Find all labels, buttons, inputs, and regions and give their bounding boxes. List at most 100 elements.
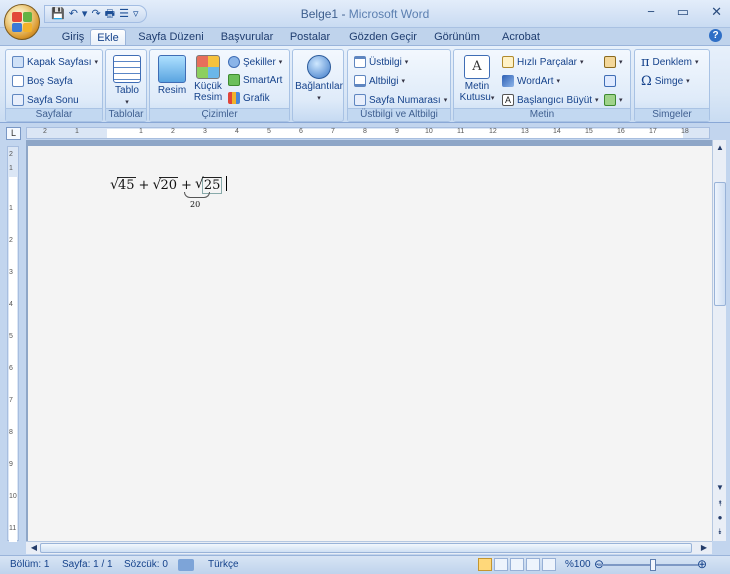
tab-basvurular[interactable]: Başvurular [218, 29, 276, 46]
kapak-sayfasi-button[interactable]: Kapak Sayfası ▾ [12, 54, 98, 70]
close-button[interactable]: ✕ [711, 4, 722, 20]
help-button[interactable]: ? [709, 29, 722, 42]
altbilgi-label: Altbilgi [369, 75, 399, 87]
full-screen-reading-view-button[interactable] [494, 558, 508, 571]
tab-postalar[interactable]: Postalar [287, 29, 333, 46]
web-layout-view-button[interactable] [510, 558, 524, 571]
ruler-tick: 5 [267, 128, 271, 135]
bos-sayfa-button[interactable]: Boş Sayfa [12, 73, 73, 89]
ruler-tick: 7 [331, 128, 335, 135]
dropdown-arrow-icon: ▾ [94, 59, 98, 66]
document-page[interactable]: √ 45 + √ 20 + √ 25 20 [28, 146, 712, 541]
radical-icon: √ [152, 177, 162, 193]
scroll-left-icon[interactable]: ◀ [28, 542, 40, 554]
zoom-level[interactable]: %100 [565, 559, 591, 570]
vertical-scroll-thumb[interactable] [714, 182, 726, 306]
horizontal-scrollbar[interactable]: ◀ ▶ [26, 541, 712, 554]
language-indicator[interactable]: Türkçe [208, 559, 239, 570]
vertical-scrollbar[interactable]: ▲ ▼ ⯭ ● ⯯ [712, 140, 726, 541]
maximize-button[interactable]: ▭ [677, 4, 689, 20]
baglantilar-button[interactable]: Bağlantılar ▾ [295, 55, 343, 104]
zoom-in-icon[interactable]: ⊕ [697, 557, 707, 571]
kucuk-resim-button[interactable]: Küçük Resim [190, 55, 226, 103]
sekiller-label: Şekiller [243, 56, 276, 68]
pi-icon: π [641, 54, 650, 70]
radicand-45: 45 [117, 177, 136, 193]
scroll-up-icon[interactable]: ▲ [714, 142, 726, 154]
next-page-icon[interactable]: ⯯ [714, 526, 726, 538]
plus-sign: + [138, 178, 150, 193]
office-button[interactable] [4, 4, 40, 40]
wordart-button[interactable]: WordArt ▾ [502, 73, 560, 89]
group-ustbilgi-altbilgi: Üstbilgi ▾ Altbilgi ▾ Sayfa Numarası ▾ Üstb… [347, 49, 451, 122]
baslangici-buyut-button[interactable]: A Başlangıcı Büyüt ▾ [502, 92, 599, 108]
previous-page-icon[interactable]: ⯭ [714, 498, 726, 510]
tab-giris[interactable]: Giriş [55, 29, 91, 46]
tab-selector-button[interactable]: L [6, 127, 21, 140]
altbilgi-button[interactable]: Altbilgi ▾ [354, 73, 405, 89]
date-time-button[interactable] [604, 73, 616, 89]
horizontal-scroll-thumb[interactable] [40, 543, 692, 553]
minimize-button[interactable]: − [647, 4, 655, 20]
hizli-parcalar-button[interactable]: Hızlı Parçalar ▾ [502, 54, 584, 70]
tab-gorunum[interactable]: Görünüm [432, 29, 482, 46]
zoom-slider-track[interactable] [598, 564, 698, 566]
radicand-20: 20 [159, 177, 178, 193]
scroll-down-icon[interactable]: ▼ [714, 482, 726, 494]
ruler-tick: 8 [9, 429, 13, 436]
ruler-tick: 3 [203, 128, 207, 135]
wordart-icon [502, 75, 514, 87]
proofing-icon[interactable] [178, 559, 194, 571]
document-name: Belge1 [300, 7, 339, 21]
picture-icon [158, 55, 186, 83]
resim-button[interactable]: Resim [154, 55, 190, 96]
drop-cap-icon: A [502, 94, 514, 106]
ruler-tick: 4 [9, 301, 13, 308]
sayfa-sonu-button[interactable]: Sayfa Sonu [12, 92, 79, 108]
page-indicator[interactable]: Sayfa: 1 / 1 [62, 559, 113, 570]
ruler-tick: 2 [9, 237, 13, 244]
print-layout-view-button[interactable] [478, 558, 492, 571]
sqrt-45: √ 45 [110, 177, 136, 193]
smartart-button[interactable]: SmartArt [228, 72, 282, 88]
draft-view-button[interactable] [542, 558, 556, 571]
grafik-button[interactable]: Grafik [228, 90, 270, 106]
browse-object-icon[interactable]: ● [714, 512, 726, 524]
window-title: Belge1 - Microsoft Word [0, 7, 730, 21]
underbrace [184, 192, 210, 198]
dropdown-arrow-icon: ▾ [686, 78, 690, 85]
vertical-ruler[interactable]: 2 1 1 2 3 4 5 6 7 8 9 10 11 [7, 146, 19, 542]
sayfa-numarasi-button[interactable]: Sayfa Numarası ▾ [354, 92, 447, 108]
denklem-button[interactable]: π Denklem ▾ [641, 54, 699, 70]
ruler-tick: 17 [649, 128, 657, 135]
word-count[interactable]: Sözcük: 0 [124, 559, 168, 570]
section-indicator[interactable]: Bölüm: 1 [10, 559, 49, 570]
text-cursor [226, 176, 228, 191]
horizontal-ruler[interactable]: 2 1 1 2 3 4 5 6 7 8 9 10 11 12 13 14 15 … [26, 127, 710, 139]
grafik-label: Grafik [243, 92, 270, 104]
group-baglantilar[interactable]: Bağlantılar ▾ [292, 49, 344, 122]
tab-ekle[interactable]: Ekle [90, 29, 126, 46]
zoom-slider-thumb[interactable] [650, 559, 656, 571]
metin-kutusu-button[interactable]: A Metin Kutusu▾ [457, 55, 497, 104]
object-button[interactable]: ▾ [604, 92, 623, 108]
tablo-button[interactable]: Tablo ▾ [110, 55, 144, 108]
equation[interactable]: √ 45 + √ 20 + √ 25 20 [110, 176, 228, 209]
tab-sayfa-duzeni[interactable]: Sayfa Düzeni [136, 29, 206, 46]
view-buttons [478, 558, 556, 571]
document-area[interactable]: √ 45 + √ 20 + √ 25 20 [26, 140, 712, 541]
outline-view-button[interactable] [526, 558, 540, 571]
ruler-tick: 1 [139, 128, 143, 135]
sekiller-button[interactable]: Şekiller ▾ [228, 54, 282, 70]
tab-acrobat[interactable]: Acrobat [498, 29, 544, 46]
signature-line-button[interactable]: ▾ [604, 54, 623, 70]
simge-button[interactable]: Ω Simge ▾ [641, 73, 690, 89]
scroll-right-icon[interactable]: ▶ [698, 542, 710, 554]
chart-icon [228, 92, 240, 104]
ustbilgi-button[interactable]: Üstbilgi ▾ [354, 54, 408, 70]
group-simgeler: π Denklem ▾ Ω Simge ▾ Simgeler [634, 49, 710, 122]
tab-gozden-gecir[interactable]: Gözden Geçir [348, 29, 418, 46]
ribbon-tabs: Giriş Ekle Sayfa Düzeni Başvurular Posta… [0, 28, 730, 46]
ruler-text-area [9, 177, 17, 542]
sqrt-20: √ 20 [152, 177, 178, 193]
